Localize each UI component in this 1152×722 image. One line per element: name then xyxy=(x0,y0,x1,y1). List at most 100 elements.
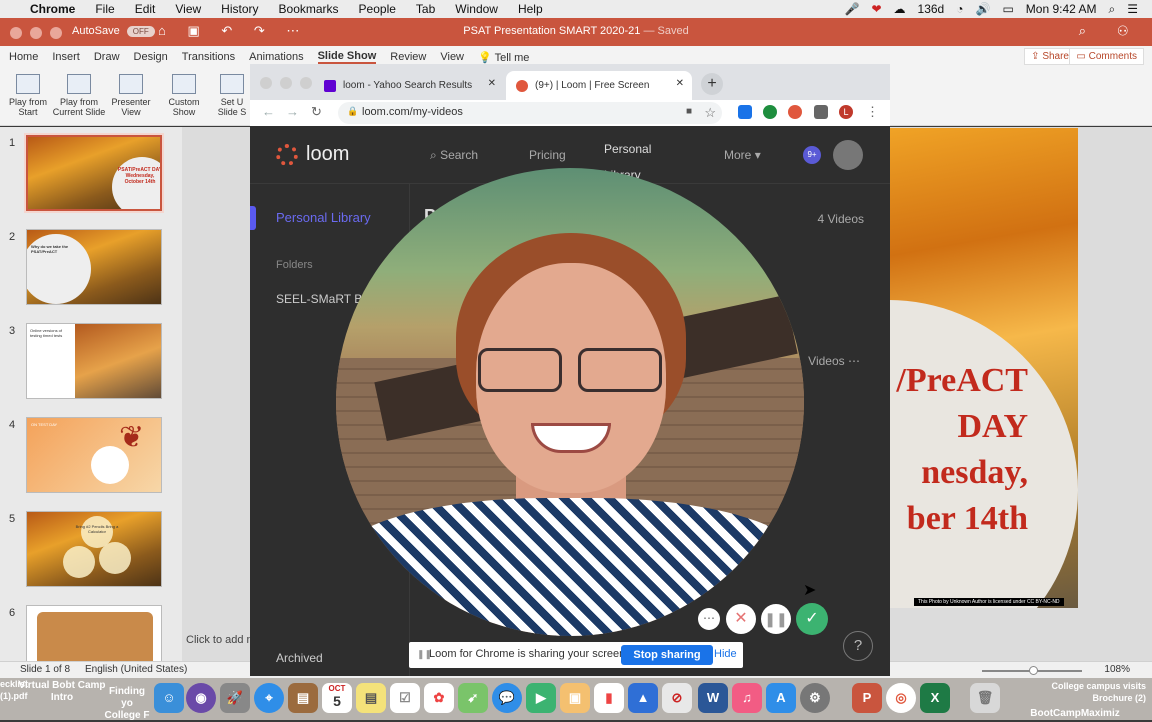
slide-thumbnail[interactable]: PSAT/PreACT DAY Wednesday, October 14th xyxy=(24,133,164,213)
finish-recording-icon[interactable]: ✓ xyxy=(796,603,828,635)
slide-thumbnail[interactable]: Why do we take the PSAT/PreACT xyxy=(26,229,162,305)
tab-draw[interactable]: Draw xyxy=(94,51,120,63)
safari-icon[interactable]: ⌖ xyxy=(254,683,284,713)
puzzle-extensions-icon[interactable] xyxy=(814,105,828,119)
tab-view[interactable]: View xyxy=(440,51,464,63)
volume-icon[interactable]: 🔊 xyxy=(975,2,990,16)
menu-window[interactable]: Window xyxy=(455,2,498,16)
camera-icon[interactable]: ■ xyxy=(686,106,692,117)
address-bar[interactable]: 🔒 loom.com/my-videos ■ ☆ xyxy=(338,102,722,124)
search-icon[interactable]: ⌕ xyxy=(1109,2,1116,17)
setup-slide-show-button[interactable]: Set U Slide S xyxy=(213,72,251,117)
zoom-slider-knob[interactable] xyxy=(1029,666,1038,675)
nav-pricing[interactable]: Pricing xyxy=(529,148,566,162)
excel-icon[interactable]: X xyxy=(920,683,950,713)
slide-thumbnail-panel[interactable]: 1 PSAT/PreACT DAY Wednesday, October 14t… xyxy=(0,127,182,661)
messages-icon[interactable]: 💬 xyxy=(492,683,522,713)
chrome-close-button[interactable] xyxy=(260,77,272,89)
zoom-level[interactable]: 108% xyxy=(1104,664,1130,675)
music-icon[interactable]: ♫ xyxy=(732,683,762,713)
share-button[interactable]: ⇪ Share xyxy=(1024,48,1076,65)
folder-videos-label[interactable]: Videos ⋯ xyxy=(808,354,860,368)
desktop-file-label[interactable]: Finding yo College F xyxy=(102,686,152,722)
loom-extension-icon[interactable] xyxy=(788,105,802,119)
sidebar-personal-library[interactable]: Personal Library xyxy=(276,210,371,225)
siri-icon[interactable]: ◉ xyxy=(186,683,216,713)
tab-transitions[interactable]: Transitions xyxy=(182,51,235,63)
heart-icon[interactable]: ❤ xyxy=(871,2,881,16)
autosave-toggle[interactable]: OFF xyxy=(126,26,155,37)
menu-help[interactable]: Help xyxy=(518,2,543,16)
hide-button[interactable]: Hide xyxy=(714,648,737,660)
new-tab-button[interactable]: + xyxy=(701,73,723,95)
maps-icon[interactable]: ➹ xyxy=(458,683,488,713)
cloud-icon[interactable]: ☁ xyxy=(894,2,906,16)
custom-show-button[interactable]: Custom Show xyxy=(156,72,212,117)
tab-tell-me[interactable]: 💡 Tell me xyxy=(478,51,529,64)
menu-file[interactable]: File xyxy=(95,2,114,16)
chrome-tab-yahoo[interactable]: loom - Yahoo Search Results ✕ xyxy=(314,71,504,100)
menu-tab[interactable]: Tab xyxy=(416,2,435,16)
calendar-icon[interactable]: OCT 5 xyxy=(322,683,352,713)
word-icon[interactable]: W xyxy=(698,683,728,713)
sidebar-archived-label[interactable]: Archived xyxy=(276,651,323,665)
powerpoint-icon[interactable]: P xyxy=(852,683,882,713)
trash-icon[interactable]: 🗑 xyxy=(970,683,1000,713)
help-button[interactable]: ? xyxy=(843,631,873,661)
tab-slide-show[interactable]: Slide Show xyxy=(317,50,377,64)
search-ribbon-icon[interactable]: ⌕ ⚇ xyxy=(1079,23,1142,39)
tab-animations[interactable]: Animations xyxy=(249,51,303,63)
sidebar-folder-item[interactable]: SEEL-SMaRT B xyxy=(276,292,362,306)
close-tab-icon[interactable]: ✕ xyxy=(488,78,496,89)
keynote-icon[interactable]: ▲ xyxy=(628,683,658,713)
play-from-current-button[interactable]: Play from Current Slide xyxy=(51,72,107,117)
menu-history[interactable]: History xyxy=(221,2,258,16)
preview-icon[interactable]: ▣ xyxy=(560,683,590,713)
battery-icon[interactable]: ▭ xyxy=(1002,2,1013,16)
chrome-menu-icon[interactable]: ⋮ xyxy=(866,104,879,120)
chrome-icon[interactable]: ◎ xyxy=(886,683,916,713)
tab-review[interactable]: Review xyxy=(390,51,426,63)
more-options-icon[interactable]: ⋯ xyxy=(698,608,720,630)
pause-recording-icon[interactable]: ❚❚ xyxy=(761,604,791,634)
language[interactable]: English (United States) xyxy=(85,664,187,675)
slide-thumbnail[interactable]: ❦ ON TEST DAY xyxy=(26,417,162,493)
menu-people[interactable]: People xyxy=(359,2,396,16)
profile-avatar[interactable]: L xyxy=(839,105,853,119)
slide-thumbnail[interactable]: Bring #2 Pencils Bring a Calculator xyxy=(26,511,162,587)
status-count[interactable]: 136d xyxy=(918,2,945,16)
menu-app-name[interactable]: Chrome xyxy=(30,2,75,16)
chrome-minimize-button[interactable] xyxy=(280,77,292,89)
finder-icon[interactable]: ☺ xyxy=(154,683,184,713)
nav-search[interactable]: ⌕ Search xyxy=(430,148,478,163)
desktop-file-label[interactable]: College campus visits Brochure (2) xyxy=(1040,680,1146,704)
launchpad-icon[interactable]: 🚀 xyxy=(220,683,250,713)
autosave-control[interactable]: AutoSave OFF xyxy=(72,25,155,37)
menu-edit[interactable]: Edit xyxy=(135,2,156,16)
facetime-icon[interactable]: ▶ xyxy=(526,683,556,713)
notes-icon[interactable]: ▤ xyxy=(356,683,386,713)
desktop-file-label[interactable]: Virtual Bobt Camp Intro xyxy=(14,680,110,704)
menu-view[interactable]: View xyxy=(175,2,201,16)
numbers-icon[interactable]: ▮ xyxy=(594,683,624,713)
presenter-view-button[interactable]: Presenter View xyxy=(103,72,159,117)
quick-access-icons[interactable]: ⌂ ▣ ↶ ↷ ⋯ xyxy=(158,23,308,39)
nav-more[interactable]: More ▾ xyxy=(724,148,761,162)
slide-thumbnail[interactable] xyxy=(26,605,162,661)
reminders-icon[interactable]: ☑ xyxy=(390,683,420,713)
stop-sharing-button[interactable]: Stop sharing xyxy=(621,645,713,665)
tab-design[interactable]: Design xyxy=(134,51,168,63)
system-preferences-icon[interactable]: ⚙ xyxy=(800,683,830,713)
notes-placeholder[interactable]: Click to add n xyxy=(186,634,253,646)
close-tab-icon[interactable]: ✕ xyxy=(676,78,684,89)
app-store-icon[interactable]: A xyxy=(766,683,796,713)
more-options-icon[interactable]: ⋯ xyxy=(848,354,860,368)
menu-bookmarks[interactable]: Bookmarks xyxy=(279,2,339,16)
back-icon[interactable]: ← xyxy=(262,104,275,119)
forward-icon[interactable]: → xyxy=(286,104,299,119)
desktop-file-label[interactable]: BootCampMaximiz xyxy=(1000,708,1150,720)
reload-icon[interactable]: ↻ xyxy=(311,104,322,120)
loom-camera-bubble[interactable] xyxy=(336,168,804,636)
bookmark-star-icon[interactable]: ☆ xyxy=(704,105,716,121)
slide-thumbnail[interactable]: Online versions of testing timed tests xyxy=(26,323,162,399)
